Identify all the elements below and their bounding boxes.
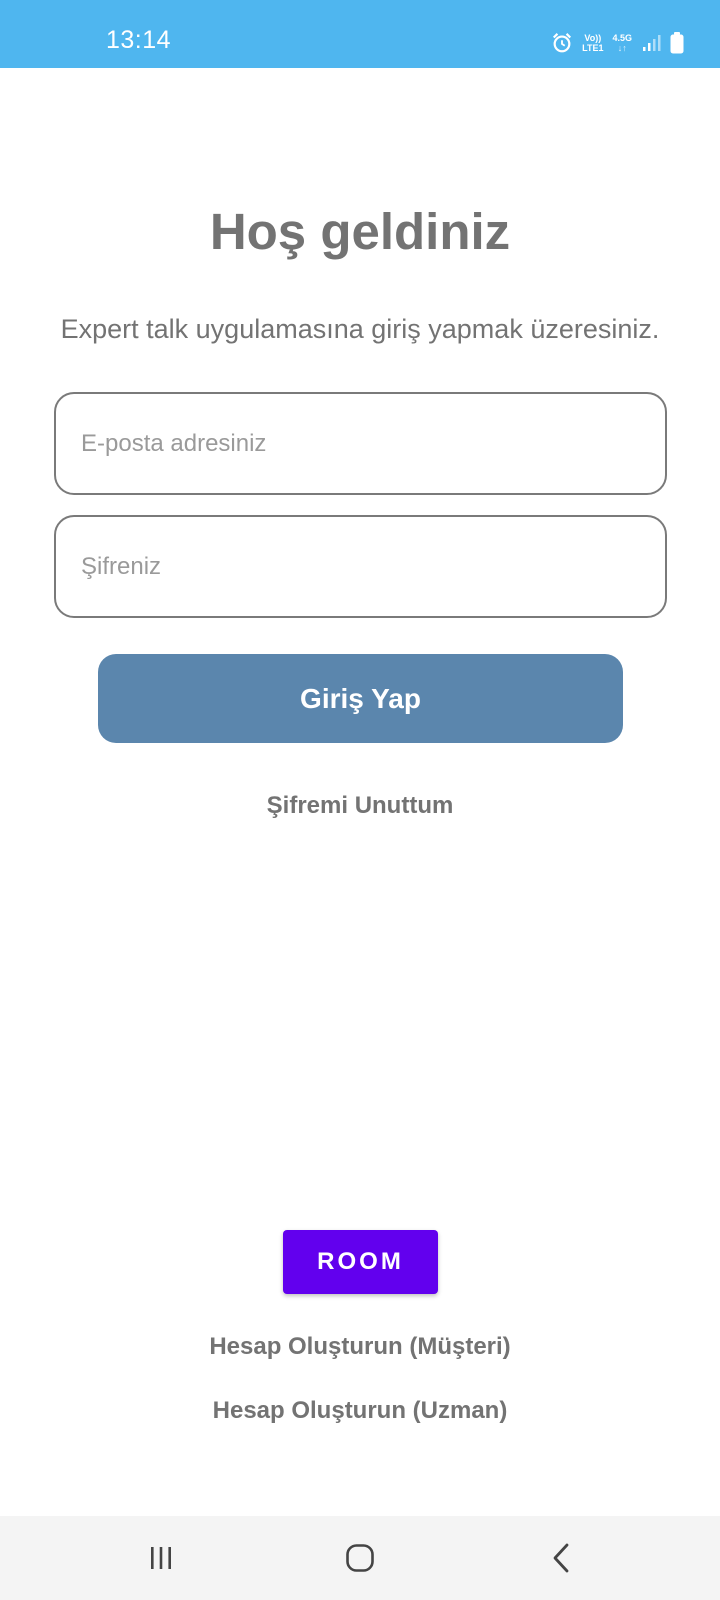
password-field[interactable] — [56, 517, 665, 616]
volte-indicator: Vo)) LTE1 — [582, 33, 603, 53]
login-screen: 13:14 Vo)) LTE1 4.5G ↓↑ Hoş geldiniz Exp… — [0, 0, 720, 1600]
home-button[interactable] — [340, 1540, 380, 1576]
forgot-password-link[interactable]: Şifremi Unuttum — [0, 792, 720, 820]
welcome-subtitle: Expert talk uygulamasına giriş yapmak üz… — [60, 314, 660, 344]
room-button[interactable]: ROOM — [283, 1230, 438, 1294]
back-button[interactable] — [542, 1540, 582, 1576]
signal-icon — [643, 35, 661, 51]
back-icon — [553, 1543, 569, 1573]
volte-label: Vo)) — [584, 33, 602, 43]
navigation-bar — [0, 1516, 720, 1600]
status-icons: Vo)) LTE1 4.5G ↓↑ — [551, 30, 684, 56]
network-type-indicator: 4.5G ↓↑ — [612, 33, 632, 53]
email-field-container — [54, 392, 667, 495]
create-expert-account-link[interactable]: Hesap Oluşturun (Uzman) — [0, 1397, 720, 1425]
status-bar: 13:14 Vo)) LTE1 4.5G ↓↑ — [0, 0, 720, 68]
create-customer-account-link[interactable]: Hesap Oluşturun (Müşteri) — [0, 1333, 720, 1361]
recents-icon — [151, 1547, 171, 1569]
battery-icon — [670, 32, 684, 54]
password-field-container — [54, 515, 667, 618]
recents-button[interactable] — [141, 1540, 181, 1576]
welcome-title: Hoş geldiniz — [209, 203, 511, 260]
lte-label: LTE1 — [582, 43, 604, 53]
login-button[interactable]: Giriş Yap — [98, 654, 623, 743]
data-arrows: ↓↑ — [617, 43, 627, 53]
email-field[interactable] — [56, 394, 665, 493]
home-icon — [346, 1544, 374, 1572]
status-time: 13:14 — [106, 26, 172, 54]
alarm-icon — [553, 33, 572, 53]
network-type-label: 4.5G — [612, 33, 632, 43]
